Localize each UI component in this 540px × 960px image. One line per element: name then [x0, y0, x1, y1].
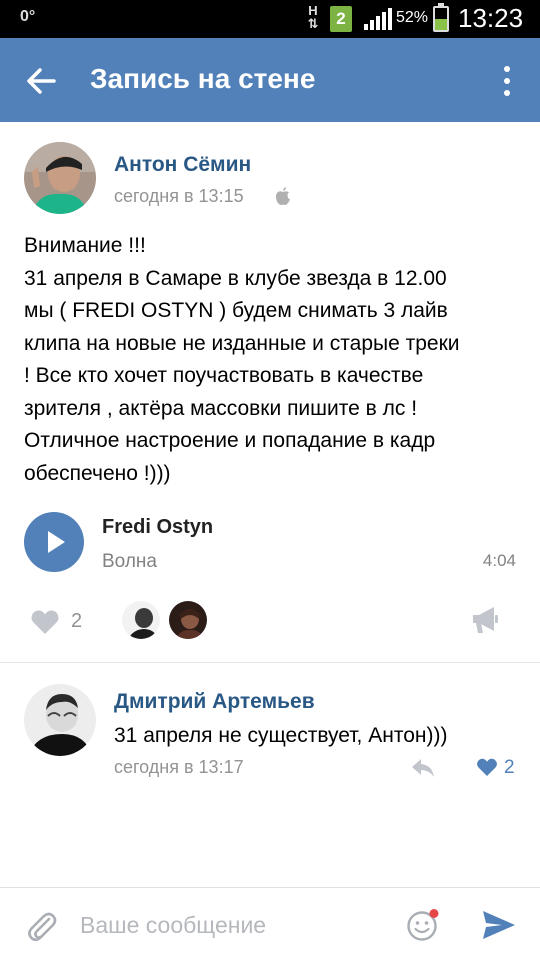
megaphone-icon[interactable] — [470, 604, 500, 636]
post-text-line: мы ( FREDI OSTYN ) будем снимать 3 лайв — [24, 299, 448, 322]
heart-icon[interactable] — [30, 608, 60, 636]
status-time: 13:23 — [458, 3, 524, 33]
back-button[interactable] — [18, 58, 64, 104]
audio-play-button[interactable] — [24, 512, 84, 572]
battery-icon — [433, 3, 449, 32]
more-menu-button[interactable] — [490, 58, 524, 104]
liker-photo — [122, 601, 160, 639]
comment-likes-count[interactable]: 2 — [504, 757, 515, 779]
post-timestamp: сегодня в 13:15 — [114, 186, 244, 206]
avatar-photo — [24, 684, 96, 756]
audio-artist[interactable]: Fredi Ostyn — [102, 516, 213, 539]
arrow-left-icon — [27, 68, 56, 94]
post-likes-count[interactable]: 2 — [71, 610, 82, 633]
battery-percent: 52% — [396, 9, 429, 26]
commenter-avatar[interactable] — [24, 684, 96, 756]
liker-photo — [169, 601, 207, 639]
app-bar: Запись на стене — [0, 38, 540, 122]
emoji-icon[interactable] — [406, 908, 440, 942]
post-author-name[interactable]: Антон Сёмин — [114, 153, 251, 177]
author-avatar[interactable] — [24, 142, 96, 214]
paperclip-icon[interactable] — [26, 910, 58, 944]
status-indicator: 0° — [20, 8, 36, 25]
heart-icon[interactable] — [476, 757, 498, 777]
apple-icon — [275, 187, 290, 205]
comment-author-name[interactable]: Дмитрий Артемьев — [114, 690, 315, 714]
status-bar: 0° H ⇅ 2 52% 13:23 — [0, 0, 540, 38]
signal-icon — [364, 8, 392, 30]
more-vertical-icon — [504, 66, 510, 72]
divider — [0, 662, 540, 663]
message-input[interactable] — [80, 904, 390, 946]
comment-timestamp: сегодня в 13:17 — [114, 757, 244, 777]
post-text-line: Отличное настроение и попадание в кадр — [24, 429, 436, 452]
liker-avatar[interactable] — [120, 599, 162, 641]
post-text-line: зрителя , актёра массовки пишите в лс ! — [24, 396, 418, 420]
reply-icon[interactable] — [410, 756, 436, 780]
message-composer — [0, 887, 540, 960]
post-text: Внимание !!! 31 апреля в Самаре в клубе … — [24, 230, 534, 490]
play-icon — [48, 531, 65, 553]
audio-title[interactable]: Волна — [102, 551, 157, 573]
post-text-line: ! Все кто хочет поучаствовать в качестве — [24, 364, 424, 387]
avatar-photo — [24, 142, 96, 214]
post-text-line: Внимание !!! — [24, 234, 146, 257]
send-icon[interactable] — [480, 908, 518, 942]
post-text-line: обеспечено !))) — [24, 461, 171, 485]
sim-slot-badge: 2 — [330, 6, 352, 32]
page-title: Запись на стене — [90, 63, 316, 94]
liker-avatar[interactable] — [167, 599, 209, 641]
comment-text: 31 апреля не существует, Антон))) — [114, 724, 448, 747]
post-text-line: клипа на новые не изданные и старые трек… — [24, 331, 460, 355]
post-text-line: 31 апреля в Самаре в клубе звезда в 12.0… — [24, 266, 447, 290]
network-type: H ⇅ — [307, 3, 319, 31]
audio-duration: 4:04 — [482, 551, 516, 570]
